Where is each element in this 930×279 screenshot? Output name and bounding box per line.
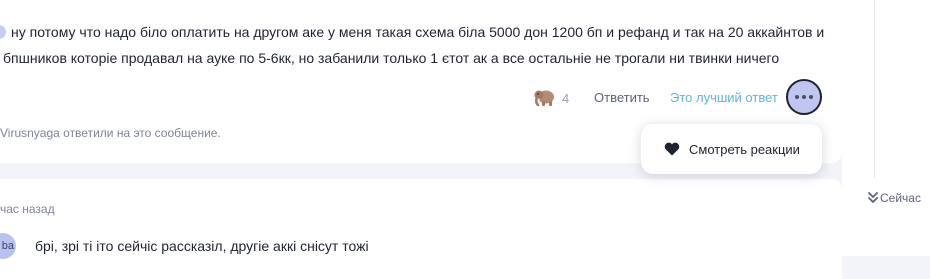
view-reactions-label: Смотреть реакции [689,141,800,157]
message-text: брі, зрі ті іто сейчіс рассказіл, другіе… [35,238,369,254]
mammoth-icon [534,88,556,108]
jump-to-now-label: Сейчас [880,191,921,205]
message-card-2 [0,179,842,279]
heart-icon [664,142,680,156]
reply-button[interactable]: Ответить [594,90,650,105]
double-chevron-down-icon [868,192,878,203]
jump-to-now-button[interactable]: Сейчас [868,191,921,205]
message-text-line-1: ну потому что надо біло оплатить на друг… [11,24,825,40]
more-dots-icon [795,95,813,99]
divider [874,0,875,178]
message-time: час назад [0,202,55,216]
right-sidebar [842,0,930,256]
replied-note[interactable]: Virusnyaga ответили на это сообщение. [0,126,221,140]
view-reactions-menu-item[interactable]: Смотреть реакции [641,124,822,174]
reaction-count: 4 [562,90,570,106]
message-text-line-2: бпшников которіе продавал на ауке по 5-6… [3,50,780,66]
best-answer-button[interactable]: Это лучший ответ [670,90,778,105]
more-options-button[interactable] [786,79,822,115]
reaction-chip[interactable]: 4 [534,86,569,110]
avatar[interactable] [0,25,6,39]
